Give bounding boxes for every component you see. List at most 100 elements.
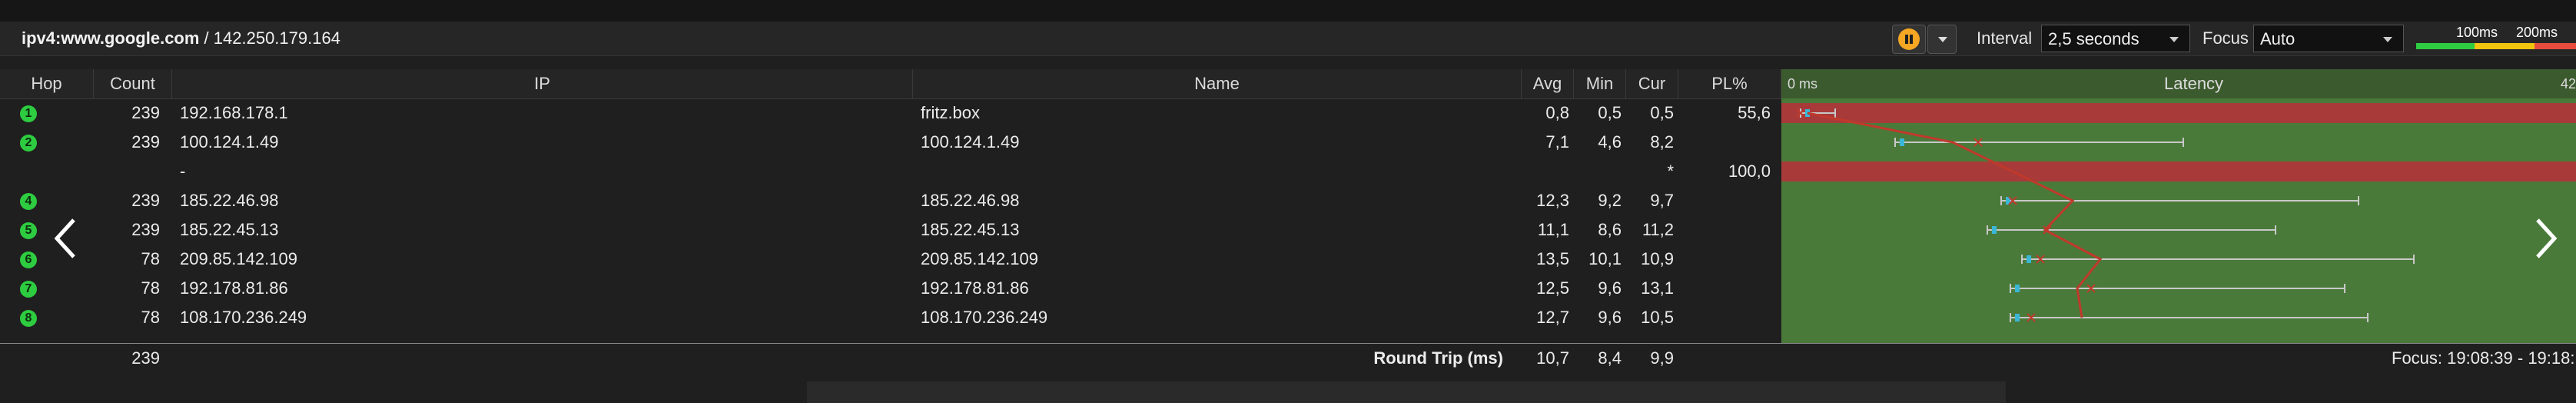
cell-avg: 11,1 bbox=[1537, 220, 1569, 239]
next-arrow-icon[interactable] bbox=[2530, 215, 2561, 261]
cell-count: 239 bbox=[131, 132, 160, 152]
col-ip[interactable]: IP bbox=[172, 69, 913, 98]
chevron-right-icon bbox=[2536, 218, 2558, 258]
cell-min: 10,1 bbox=[1588, 249, 1622, 268]
cell-name: 100.124.1.49 bbox=[921, 132, 1020, 152]
cell-count: 78 bbox=[141, 308, 160, 327]
legend-green bbox=[2416, 43, 2475, 49]
table-row[interactable]: 7 78 192.178.81.86 192.178.81.86 12,5 9,6 13,1 bbox=[0, 274, 1781, 303]
table-row[interactable]: 6 78 209.85.142.109 209.85.142.109 13,5 10,1 1… bbox=[0, 245, 1781, 274]
graph-background bbox=[1781, 98, 2576, 343]
col-count[interactable]: Count bbox=[94, 69, 172, 98]
cell-count: 78 bbox=[141, 278, 160, 298]
cell-cur: 13,1 bbox=[1641, 278, 1674, 298]
table-row[interactable]: 5 239 185.22.45.13 185.22.45.13 11,1 8,6 11,2 bbox=[0, 215, 1781, 245]
cell-min bbox=[1574, 157, 1622, 186]
chevron-down-icon bbox=[1938, 37, 1947, 42]
table-header: Hop Count IP Name Avg Min Cur PL% 0 ms L… bbox=[0, 69, 2576, 99]
cell-pl bbox=[1678, 186, 1771, 215]
cell-cur: * bbox=[1667, 162, 1674, 181]
latency-graph bbox=[1781, 98, 2576, 343]
cell-cur: 8,2 bbox=[1650, 132, 1674, 152]
chevron-down-icon bbox=[2169, 37, 2179, 42]
cell-ip: 209.85.142.109 bbox=[180, 249, 297, 268]
target-host: ipv4:www.google.com bbox=[22, 28, 200, 48]
hop-number-badge: 6 bbox=[20, 251, 37, 268]
cell-cur: 9,7 bbox=[1650, 191, 1674, 210]
cell-avg: 12,3 bbox=[1536, 191, 1569, 210]
cell-pl: 55,6 bbox=[1738, 103, 1771, 122]
cell-avg: 13,5 bbox=[1536, 249, 1569, 268]
interval-select[interactable]: 2,5 seconds bbox=[2041, 25, 2190, 52]
pause-icon bbox=[1898, 28, 1920, 50]
cell-pl bbox=[1678, 303, 1771, 332]
footer-avg: 10,7 bbox=[1536, 348, 1569, 368]
col-pl[interactable]: PL% bbox=[1678, 69, 1781, 98]
cell-avg: 0,8 bbox=[1545, 103, 1569, 122]
cell-cur: 10,5 bbox=[1641, 308, 1674, 327]
latency-color-legend: 100ms 200ms bbox=[2416, 23, 2576, 54]
previous-arrow-icon[interactable] bbox=[51, 215, 81, 261]
cell-name: 185.22.46.98 bbox=[921, 191, 1020, 210]
cell-min: 4,6 bbox=[1598, 132, 1622, 152]
footer-count: 239 bbox=[131, 348, 160, 368]
cell-ip: - bbox=[180, 162, 186, 181]
graph-axis-end: 42 bbox=[2560, 76, 2576, 92]
cell-cur: 11,2 bbox=[1642, 220, 1674, 239]
min-latency-marker bbox=[1992, 226, 1997, 234]
col-cur[interactable]: Cur bbox=[1626, 69, 1678, 98]
footer-min: 8,4 bbox=[1598, 348, 1622, 368]
cell-ip: 192.168.178.1 bbox=[180, 103, 288, 122]
pause-button[interactable] bbox=[1892, 25, 1926, 54]
cell-cur: 10,9 bbox=[1641, 249, 1674, 268]
hop-number-badge: 4 bbox=[20, 193, 37, 210]
table-row[interactable]: 8 78 108.170.236.249 108.170.236.249 12,7 9,6… bbox=[0, 303, 1781, 332]
col-latency-graph[interactable]: 0 ms Latency 42 bbox=[1781, 69, 2576, 98]
hop-number-badge: 2 bbox=[20, 135, 37, 152]
interval-label: Interval bbox=[1977, 28, 2033, 48]
legend-yellow bbox=[2475, 43, 2535, 49]
cell-pl: 100,0 bbox=[1728, 162, 1771, 181]
graph-title: Latency bbox=[2164, 74, 2224, 93]
cell-min: 0,5 bbox=[1598, 103, 1622, 122]
cell-name: 108.170.236.249 bbox=[921, 308, 1048, 327]
cell-count: 239 bbox=[131, 191, 160, 210]
target-label: ipv4:www.google.com / 142.250.179.164 bbox=[22, 28, 340, 49]
cell-pl bbox=[1678, 128, 1771, 157]
hop-number-badge: 7 bbox=[20, 281, 37, 298]
cell-name: fritz.box bbox=[921, 103, 981, 122]
min-latency-marker bbox=[2015, 314, 2020, 321]
cell-ip: 108.170.236.249 bbox=[180, 308, 307, 327]
focus-label: Focus bbox=[2203, 28, 2249, 48]
table-row[interactable]: 1 239 192.168.178.1 fritz.box 0,8 0,5 0,5 55,6 bbox=[0, 98, 1781, 128]
hop-number-badge: 1 bbox=[20, 105, 37, 122]
cell-count: 239 bbox=[131, 220, 160, 239]
min-latency-marker bbox=[2027, 255, 2031, 263]
cell-ip: 192.178.81.86 bbox=[180, 278, 288, 298]
footer-focus-range: Focus: 19:08:39 - 19:18: bbox=[2392, 348, 2575, 368]
table-row[interactable]: - * 100,0 bbox=[0, 157, 1781, 186]
cell-pl bbox=[1678, 245, 1771, 274]
cell-pl bbox=[1678, 215, 1771, 245]
col-name[interactable]: Name bbox=[913, 69, 1522, 98]
cell-min: 8,6 bbox=[1598, 220, 1622, 239]
interval-value: 2,5 seconds bbox=[2048, 29, 2139, 48]
table-row[interactable]: 4 239 185.22.46.98 185.22.46.98 12,3 9,2 9,7 bbox=[0, 186, 1781, 215]
legend-100ms: 100ms bbox=[2456, 25, 2498, 40]
col-avg[interactable]: Avg bbox=[1522, 69, 1574, 98]
cell-count: 78 bbox=[141, 249, 160, 268]
pause-dropdown-button[interactable] bbox=[1927, 25, 1957, 54]
graph-axis-start: 0 ms bbox=[1788, 76, 1818, 92]
target-ip: / 142.250.179.164 bbox=[199, 28, 340, 48]
col-min[interactable]: Min bbox=[1574, 69, 1626, 98]
cell-count bbox=[94, 157, 160, 186]
cell-ip: 185.22.45.13 bbox=[180, 220, 279, 239]
packet-loss-bar bbox=[1781, 103, 2576, 123]
col-hop[interactable]: Hop bbox=[0, 69, 94, 98]
cell-ip: 100.124.1.49 bbox=[180, 132, 279, 152]
focus-select[interactable]: Auto bbox=[2253, 25, 2404, 52]
cell-avg bbox=[1522, 157, 1569, 186]
table-row[interactable]: 2 239 100.124.1.49 100.124.1.49 7,1 4,6 8,2 bbox=[0, 128, 1781, 157]
min-latency-marker bbox=[2015, 285, 2020, 292]
legend-red bbox=[2535, 43, 2576, 49]
